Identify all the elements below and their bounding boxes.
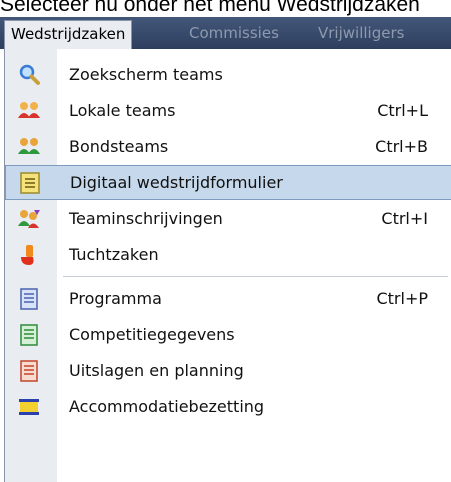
menu-item-shortcut: Ctrl+B <box>375 137 428 156</box>
menu-item-uitslagen-en-planning[interactable]: Uitslagen en planning <box>5 353 451 388</box>
menu-wedstrijdzaken[interactable]: Wedstrijdzaken <box>4 20 133 49</box>
dropdown-menu: Zoekscherm teams Lokale teams Ctrl+L Bon… <box>4 49 451 482</box>
menu-separator <box>63 276 448 277</box>
team-red-icon <box>17 99 41 123</box>
instruction-caption: Selecteer nu onder het menu Wedstrijdzak… <box>0 0 420 16</box>
menu-item-label: Lokale teams <box>69 101 176 120</box>
menu-commissies[interactable]: Commissies <box>183 17 285 49</box>
menu-item-label: Programma <box>69 289 162 308</box>
team-register-icon <box>17 207 41 231</box>
menu-item-shortcut: Ctrl+P <box>376 289 428 308</box>
menu-item-teaminschrijvingen[interactable]: Teaminschrijvingen Ctrl+I <box>5 201 451 236</box>
menu-item-shortcut: Ctrl+I <box>381 209 428 228</box>
document-blue-icon <box>17 287 41 311</box>
menu-bar: Wedstrijdzaken Commissies Vrijwilligers <box>0 17 451 49</box>
menu-item-label: Teaminschrijvingen <box>69 209 223 228</box>
menu-item-shortcut: Ctrl+L <box>377 101 428 120</box>
menu-item-label: Uitslagen en planning <box>69 361 244 380</box>
menu-item-zoekscherm-teams[interactable]: Zoekscherm teams <box>5 57 451 92</box>
menu-item-digitaal-wedstrijdformulier[interactable]: Digitaal wedstrijdformulier <box>5 165 451 200</box>
document-red-icon <box>17 359 41 383</box>
menu-item-label: Zoekscherm teams <box>69 65 223 84</box>
menu-item-label: Accommodatiebezetting <box>69 397 265 416</box>
menu-item-label: Tuchtzaken <box>69 245 159 264</box>
menu-item-label: Digitaal wedstrijdformulier <box>70 173 283 192</box>
document-green-icon <box>17 323 41 347</box>
menu-item-bondsteams[interactable]: Bondsteams Ctrl+B <box>5 129 451 164</box>
whistle-icon <box>17 243 41 267</box>
menu-item-label: Bondsteams <box>69 137 169 156</box>
form-yellow-icon <box>18 171 42 195</box>
menu-item-label: Competitiegegevens <box>69 325 235 344</box>
menu-item-tuchtzaken[interactable]: Tuchtzaken <box>5 237 451 272</box>
team-green-icon <box>17 135 41 159</box>
menu-item-accommodatiebezetting[interactable]: Accommodatiebezetting <box>5 389 451 424</box>
menu-item-lokale-teams[interactable]: Lokale teams Ctrl+L <box>5 93 451 128</box>
menu-item-programma[interactable]: Programma Ctrl+P <box>5 281 451 316</box>
menu-item-competitiegegevens[interactable]: Competitiegegevens <box>5 317 451 352</box>
menu-vrijwilligers[interactable]: Vrijwilligers <box>312 17 410 49</box>
magnifier-icon <box>17 63 41 87</box>
calendar-icon <box>17 395 41 419</box>
